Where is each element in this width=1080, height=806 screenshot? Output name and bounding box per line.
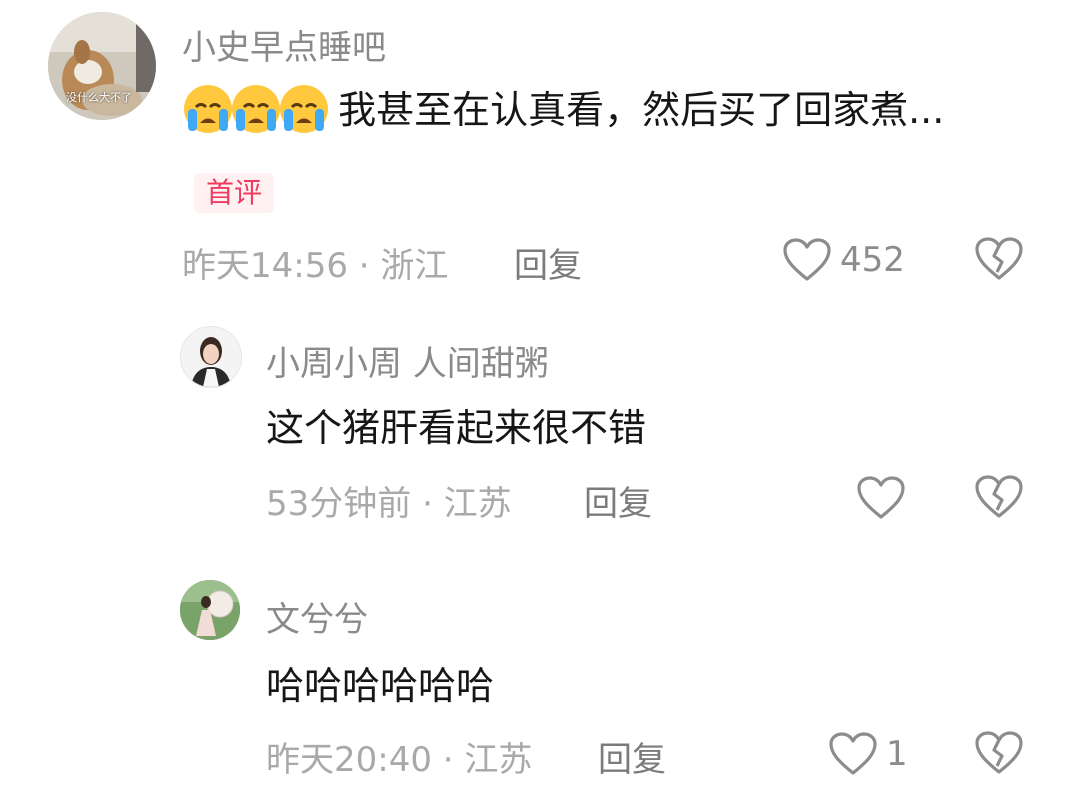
comment-text-block: 我甚至在认真看，然后买了回家煮... 首评 bbox=[182, 68, 1022, 236]
reply-button[interactable]: 回复 bbox=[514, 238, 582, 287]
comment-text: 哈哈哈哈哈哈 bbox=[266, 664, 495, 708]
comment-text: 这个猪肝看起来很不错 bbox=[266, 406, 647, 450]
comment-author[interactable]: 文兮兮 bbox=[266, 592, 368, 641]
reply-item: 小周小周 人间甜粥 这个猪肝看起来很不错 53分钟前 · 江苏 回复 bbox=[0, 300, 1080, 560]
like-count: 1 bbox=[886, 734, 908, 774]
avatar-caption: 没什么大不了 bbox=[66, 91, 132, 104]
broken-heart-icon bbox=[975, 237, 1023, 280]
like-button[interactable]: 1 bbox=[828, 730, 908, 778]
avatar-woman-image bbox=[181, 327, 241, 387]
avatar[interactable] bbox=[180, 580, 240, 640]
like-button[interactable] bbox=[856, 474, 914, 522]
dislike-button[interactable] bbox=[974, 730, 1024, 780]
comment-author[interactable]: 小史早点睡吧 bbox=[182, 20, 386, 69]
comment-meta: 昨天14:56 · 浙江 bbox=[182, 246, 449, 286]
heart-icon bbox=[829, 732, 877, 775]
reply-button[interactable]: 回复 bbox=[584, 476, 652, 525]
reply-button[interactable]: 回复 bbox=[598, 732, 666, 781]
like-button[interactable]: 452 bbox=[782, 236, 905, 284]
comment-text: 我甚至在认真看，然后买了回家煮... bbox=[338, 88, 945, 132]
dislike-button[interactable] bbox=[974, 236, 1024, 286]
avatar[interactable] bbox=[180, 326, 242, 388]
comment-item: 没什么大不了 小史早点睡吧 我甚至在认真看，然后买了回家煮...首评 昨天14:… bbox=[0, 0, 1080, 300]
broken-heart-icon bbox=[975, 475, 1023, 518]
loudly-crying-face-icon bbox=[280, 84, 328, 133]
loudly-crying-face-icon bbox=[184, 84, 232, 133]
like-count: 452 bbox=[840, 240, 905, 280]
dislike-button[interactable] bbox=[974, 474, 1024, 524]
comment-author[interactable]: 小周小周 人间甜粥 bbox=[266, 336, 549, 385]
broken-heart-icon bbox=[975, 731, 1023, 774]
avatar-girl-image bbox=[180, 580, 240, 640]
heart-icon bbox=[857, 476, 905, 519]
comment-meta: 昨天20:40 · 江苏 bbox=[266, 740, 533, 780]
comment-meta: 53分钟前 · 江苏 bbox=[266, 484, 512, 524]
loudly-crying-face-icon bbox=[232, 84, 280, 133]
crying-emoji-group bbox=[182, 84, 338, 133]
avatar[interactable]: 没什么大不了 bbox=[48, 12, 156, 120]
first-comment-badge: 首评 bbox=[194, 172, 275, 213]
reply-item: 文兮兮 哈哈哈哈哈哈 昨天20:40 · 江苏 回复 1 bbox=[0, 560, 1080, 806]
heart-icon bbox=[783, 238, 831, 281]
